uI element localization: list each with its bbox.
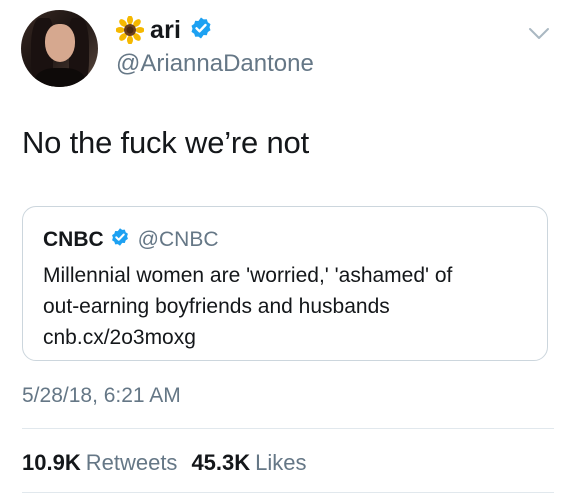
chevron-down-icon[interactable]: [527, 24, 551, 44]
author-display-name[interactable]: ari: [150, 16, 181, 45]
tweet-timestamp[interactable]: 5/28/18, 6:21 AM: [22, 384, 181, 408]
quoted-handle: @CNBC: [137, 227, 219, 251]
sunflower-icon: [115, 15, 145, 45]
engagement-stats: 10.9K Retweets 45.3K Likes: [22, 450, 307, 476]
retweets-count: 10.9K: [22, 450, 81, 475]
retweets-label: Retweets: [85, 450, 178, 475]
author-name-row[interactable]: ari: [115, 14, 213, 46]
quoted-line: out-earning boyfriends and husbands: [43, 295, 390, 318]
divider: [22, 492, 554, 493]
quoted-link[interactable]: cnb.cx/2o3moxg: [43, 322, 533, 353]
likes-label: Likes: [255, 450, 307, 475]
verified-badge-icon: [189, 16, 213, 45]
likes-count: 45.3K: [191, 450, 251, 475]
author-handle[interactable]: @AriannaDantone: [116, 50, 314, 78]
verified-badge-icon: [110, 227, 130, 252]
quoted-tweet-card[interactable]: CNBC @CNBC Millennial women are 'worried…: [22, 206, 548, 361]
avatar[interactable]: [21, 10, 98, 87]
quoted-display-name: CNBC: [43, 227, 104, 251]
divider: [22, 428, 554, 429]
tweet-text: No the fuck we’re not: [22, 125, 310, 160]
likes-stat[interactable]: 45.3K Likes: [191, 450, 306, 476]
quoted-line: Millennial women are 'worried,' 'ashamed…: [43, 264, 453, 287]
quoted-tweet-text: Millennial women are 'worried,' 'ashamed…: [43, 260, 533, 353]
retweets-stat[interactable]: 10.9K Retweets: [22, 450, 177, 476]
